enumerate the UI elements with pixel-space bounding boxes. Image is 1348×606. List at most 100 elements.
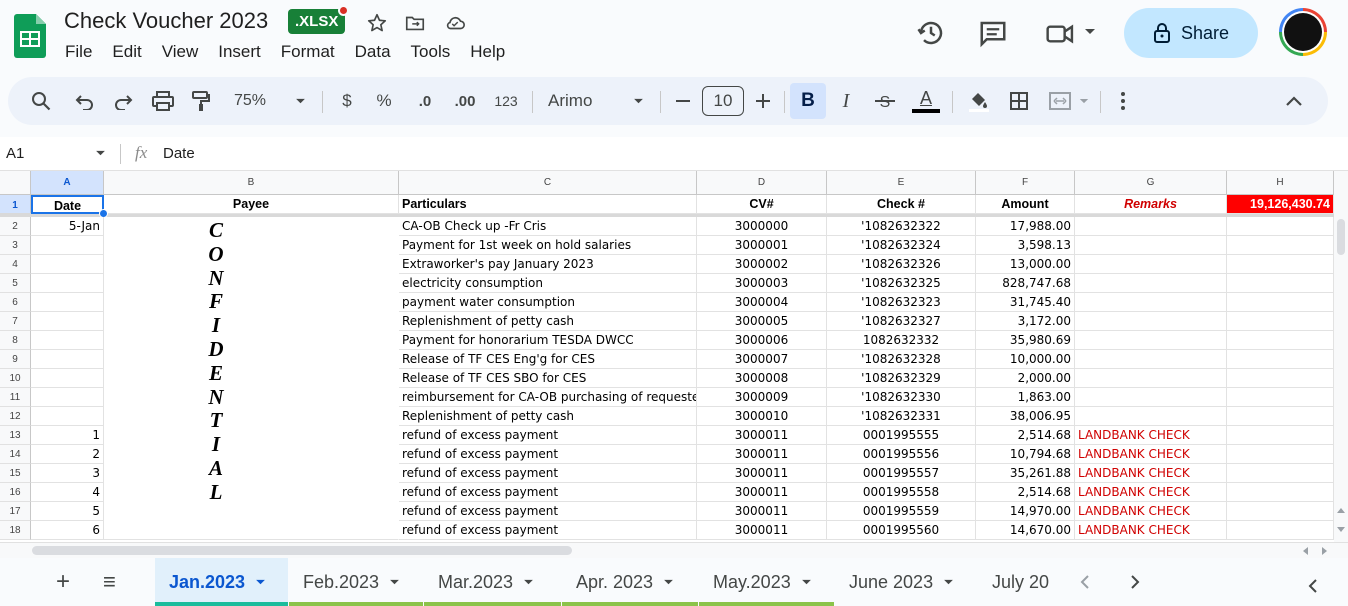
cell-particulars[interactable]: electricity consumption [399, 274, 697, 293]
cell-check[interactable]: '1082632323 [827, 293, 976, 312]
row-header-8[interactable]: 8 [0, 331, 31, 350]
cell-particulars[interactable]: Extraworker's pay January 2023 [399, 255, 697, 274]
cell-amount[interactable]: 31,745.40 [976, 293, 1075, 312]
column-header-a[interactable]: A [31, 171, 104, 195]
decrease-font-size-icon[interactable] [672, 77, 694, 125]
paint-format-icon[interactable] [188, 77, 214, 125]
sheet-tab[interactable]: Apr. 2023 [562, 558, 698, 606]
cell-check[interactable]: '1082632328 [827, 350, 976, 369]
increase-font-size-icon[interactable] [752, 77, 774, 125]
comments-icon[interactable] [978, 18, 1008, 48]
cell-remarks[interactable] [1075, 331, 1227, 350]
row-header-16[interactable]: 16 [0, 483, 31, 502]
more-options-icon[interactable] [1112, 77, 1134, 125]
cell-cv[interactable]: 3000011 [697, 502, 827, 521]
row-header-9[interactable]: 9 [0, 350, 31, 369]
column-header-d[interactable]: D [697, 171, 827, 195]
cell-check[interactable]: '1082632331 [827, 407, 976, 426]
file-format-badge[interactable]: .XLSX [288, 5, 350, 34]
italic-button[interactable]: I [834, 77, 858, 125]
cell-date[interactable]: 5 [31, 502, 104, 521]
column-header-b[interactable]: B [104, 171, 399, 195]
cell-total[interactable] [1227, 236, 1334, 255]
tabs-scroll-left-icon[interactable] [1080, 575, 1090, 589]
cell-amount[interactable]: 14,970.00 [976, 502, 1075, 521]
strikethrough-icon[interactable]: S [872, 77, 898, 125]
menu-edit[interactable]: Edit [112, 42, 141, 62]
sheet-tab-chevron-down-icon[interactable] [663, 579, 674, 586]
share-button[interactable]: Share [1124, 8, 1258, 58]
cell-amount[interactable]: 2,514.68 [976, 426, 1075, 445]
cell-remarks[interactable]: LANDBANK CHECK [1075, 445, 1227, 464]
menu-help[interactable]: Help [470, 42, 505, 62]
cell-particulars[interactable]: refund of excess payment [399, 502, 697, 521]
cell-total[interactable] [1227, 312, 1334, 331]
more-formats-button[interactable]: 123 [492, 77, 520, 125]
cell-date[interactable] [31, 388, 104, 407]
formula-input[interactable]: Date [163, 145, 195, 162]
decrease-decimal-button[interactable]: .0 [412, 77, 438, 125]
cell-remarks[interactable] [1075, 369, 1227, 388]
cell-check[interactable]: 0001995560 [827, 521, 976, 540]
cell-cv[interactable]: 3000008 [697, 369, 827, 388]
meet-video-icon[interactable] [1044, 19, 1078, 49]
cell-payee[interactable] [104, 217, 399, 236]
row-header-6[interactable]: 6 [0, 293, 31, 312]
cell-remarks[interactable]: LANDBANK CHECK [1075, 426, 1227, 445]
cell-remarks[interactable]: LANDBANK CHECK [1075, 483, 1227, 502]
sheet-tab-chevron-down-icon[interactable] [255, 579, 266, 586]
search-menus-icon[interactable] [28, 77, 54, 125]
select-all-corner[interactable] [0, 171, 31, 195]
cell-date[interactable] [31, 312, 104, 331]
cell-cv[interactable]: 3000011 [697, 464, 827, 483]
header-cell-check[interactable]: Check # [827, 195, 976, 214]
cell-total[interactable] [1227, 464, 1334, 483]
cell-total[interactable] [1227, 426, 1334, 445]
redo-icon[interactable] [110, 77, 136, 125]
cell-cv[interactable]: 3000006 [697, 331, 827, 350]
cell-amount[interactable]: 10,794.68 [976, 445, 1075, 464]
increase-decimal-button[interactable]: .00 [450, 77, 480, 125]
cell-payee[interactable] [104, 236, 399, 255]
sheets-logo-icon[interactable] [14, 14, 46, 58]
cell-particulars[interactable]: refund of excess payment [399, 464, 697, 483]
header-cell-amount[interactable]: Amount [976, 195, 1075, 214]
cell-particulars[interactable]: Replenishment of petty cash [399, 407, 697, 426]
cell-cv[interactable]: 3000011 [697, 521, 827, 540]
cell-total[interactable] [1227, 369, 1334, 388]
undo-icon[interactable] [72, 77, 98, 125]
cell-date[interactable] [31, 293, 104, 312]
row-header-7[interactable]: 7 [0, 312, 31, 331]
row-header-18[interactable]: 18 [0, 521, 31, 540]
cell-amount[interactable]: 2,000.00 [976, 369, 1075, 388]
cell-payee[interactable] [104, 521, 399, 540]
spreadsheet-grid[interactable]: A B C D E F G H 1 2 3 4 5 6 7 8 9 10 11 12 13 14 15 16 17 18 Date P… [0, 171, 1334, 542]
cell-payee[interactable] [104, 483, 399, 502]
cell-check[interactable]: 0001995557 [827, 464, 976, 483]
percent-format-button[interactable]: % [374, 77, 394, 125]
sheet-tab[interactable]: Jan.2023 [155, 558, 288, 606]
cell-total[interactable] [1227, 502, 1334, 521]
scroll-up-icon[interactable] [1337, 507, 1345, 513]
cell-check[interactable]: 0001995555 [827, 426, 976, 445]
cell-amount[interactable]: 38,006.95 [976, 407, 1075, 426]
header-cell-particulars[interactable]: Particulars [399, 195, 697, 214]
menu-view[interactable]: View [162, 42, 199, 62]
row-header-3[interactable]: 3 [0, 236, 31, 255]
cell-date[interactable]: 3 [31, 464, 104, 483]
cell-amount[interactable]: 828,747.68 [976, 274, 1075, 293]
header-cell-date[interactable]: Date [31, 195, 104, 214]
zoom-select[interactable]: 75% [230, 77, 270, 125]
cell-payee[interactable] [104, 293, 399, 312]
cell-cv[interactable]: 3000011 [697, 426, 827, 445]
cell-check[interactable]: '1082632324 [827, 236, 976, 255]
cell-particulars[interactable]: refund of excess payment [399, 521, 697, 540]
vertical-scrollbar[interactable] [1334, 171, 1348, 542]
name-box-chevron-down-icon[interactable] [95, 150, 106, 157]
cell-total[interactable] [1227, 255, 1334, 274]
cell-date[interactable] [31, 236, 104, 255]
menu-data[interactable]: Data [355, 42, 391, 62]
cell-remarks[interactable] [1075, 293, 1227, 312]
document-title[interactable]: Check Voucher 2023 [64, 8, 268, 34]
cell-particulars[interactable]: reimbursement for CA-OB purchasing of re… [399, 388, 697, 407]
